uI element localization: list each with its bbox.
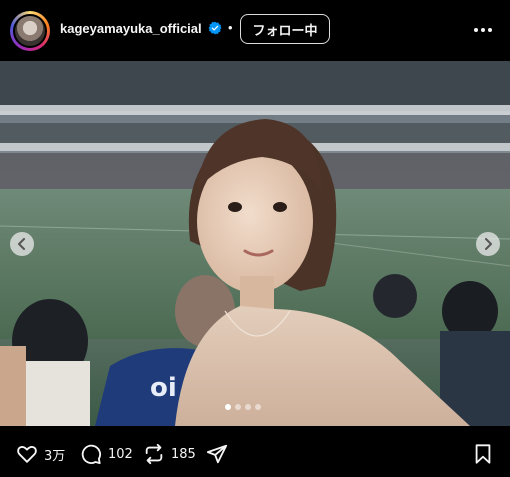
repost-icon[interactable] [143, 443, 165, 465]
repost-count: 185 [171, 446, 196, 462]
more-options-icon[interactable] [470, 20, 496, 40]
avatar-story-ring[interactable] [10, 11, 50, 51]
following-button[interactable]: フォロー中 [240, 14, 330, 44]
post-photo[interactable]: oi [0, 61, 510, 426]
photo-illustration: oi [0, 61, 510, 426]
chevron-right-icon [485, 238, 492, 250]
repost-action[interactable]: 185 [143, 443, 196, 465]
svg-text:oi: oi [150, 373, 177, 403]
like-count: 3万 [44, 448, 66, 464]
share-paper-plane-icon[interactable] [206, 443, 228, 465]
previous-photo-button[interactable] [10, 232, 34, 256]
post-action-bar: 3万 102 185 [0, 426, 510, 477]
chevron-left-icon [18, 238, 25, 250]
comment-count: 102 [108, 446, 133, 462]
like-action[interactable]: 3万 [16, 443, 65, 465]
separator-dot: • [228, 20, 233, 35]
avatar[interactable] [13, 14, 47, 48]
share-action[interactable] [206, 443, 228, 465]
next-photo-button[interactable] [476, 232, 500, 256]
comment-bubble-icon[interactable] [80, 443, 102, 465]
verified-badge-icon [208, 21, 222, 35]
comment-action[interactable]: 102 [80, 443, 133, 465]
heart-icon[interactable] [16, 443, 38, 465]
bookmark-icon[interactable] [472, 443, 494, 465]
post-header: kageyamayuka_official • フォロー中 [0, 0, 510, 60]
username[interactable]: kageyamayuka_official [60, 21, 202, 36]
